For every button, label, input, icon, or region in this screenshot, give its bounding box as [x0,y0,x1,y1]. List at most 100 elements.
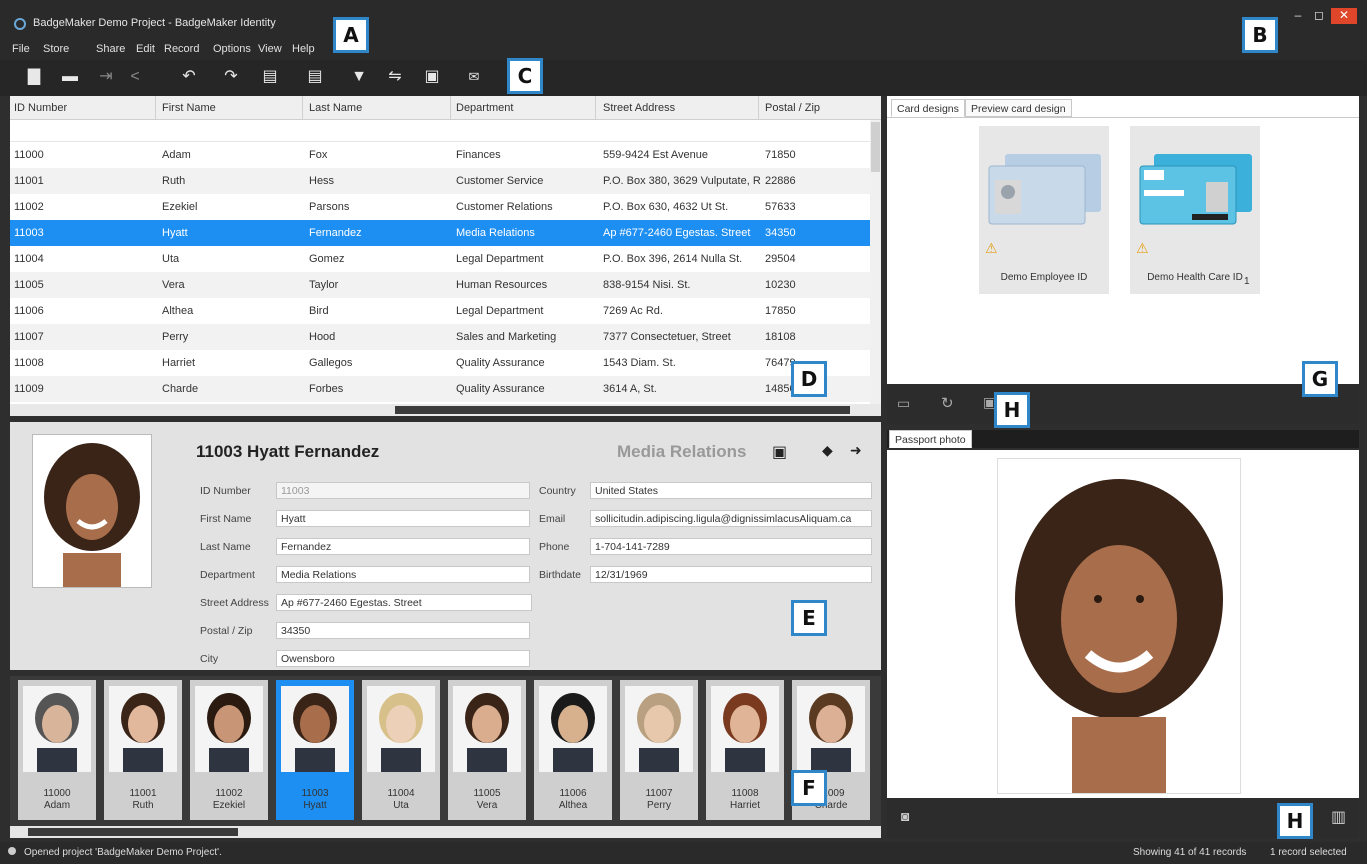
email-icon[interactable]: ✉ [463,66,485,88]
thumbnail-caption: 11003 Hyatt [276,788,354,812]
menu-share[interactable]: Share [96,43,125,55]
table-cell: 11003 [14,227,44,239]
table-row[interactable]: 11001 Ruth Hess Customer Service P.O. Box 38… [10,168,870,194]
menu-options[interactable]: Options [213,43,251,55]
table-cell: Charde [162,383,199,395]
open-folder-icon[interactable]: ▬ [59,66,81,88]
print-icon[interactable]: ▣ [421,66,443,88]
table-row[interactable]: 11008 Harriet Gallegos Quality Assurance 154… [10,350,870,376]
column-header-street-address[interactable]: Street Address [603,102,675,114]
field-input[interactable]: 1-704-141-7289 [590,538,872,555]
column-header-last-name[interactable]: Last Name [309,102,362,114]
record-count: Showing 41 of 41 records [1133,847,1247,858]
menu-view[interactable]: View [258,43,282,55]
thumbnail-card[interactable]: 11006 Althea [534,680,612,820]
thumbnail-scrollbar[interactable] [10,826,881,838]
table-cell: Media Relations [456,227,535,239]
thumbnail-card[interactable]: 11004 Uta [362,680,440,820]
table-row[interactable]: 11003 Hyatt Fernandez Media Relations Ap #67… [10,220,870,246]
field-label: City [200,653,219,665]
redo-icon[interactable]: ↷ [220,66,242,88]
table-row[interactable]: 11005 Vera Taylor Human Resources 838-9154 N… [10,272,870,298]
filter-icon[interactable]: ▼ [348,66,370,88]
column-header-postal[interactable]: Postal / Zip [765,102,820,114]
field-input[interactable]: sollicitudin.adipiscing.ligula@dignissim… [590,510,872,527]
table-cell: Sales and Marketing [456,331,557,343]
tab-preview-card-design[interactable]: Preview card design [965,99,1072,117]
field-input[interactable]: 12/31/1969 [590,566,872,583]
field-input[interactable]: 34350 [276,622,530,639]
menu-edit[interactable]: Edit [136,43,155,55]
filter-row[interactable] [10,120,870,142]
share-icon[interactable]: < [124,66,146,88]
table-row[interactable]: 11006 Althea Bird Legal Department 7269 Ac R… [10,298,870,324]
next-record-icon[interactable]: ➜ [850,442,862,459]
table-cell: Parsons [309,201,350,213]
table-row[interactable]: 11000 Adam Fox Finances 559-9424 Est Avenue 7… [10,142,870,168]
tab-card-designs[interactable]: Card designs [891,99,965,117]
scroll-thumb[interactable] [28,828,238,836]
passport-photo[interactable] [997,458,1241,794]
field-label: Street Address [200,597,269,609]
refresh-icon[interactable]: ↻ [941,394,954,412]
field-input[interactable]: Media Relations [276,566,530,583]
menu-store[interactable]: Store [43,43,69,55]
print-record-icon[interactable]: ▣ [772,442,787,462]
card-layout-icon[interactable]: ▭ [897,395,910,412]
export-record-icon[interactable]: ▤ [304,66,326,88]
field-input[interactable]: United States [590,482,872,499]
table-row[interactable]: 11009 Charde Forbes Quality Assurance 3614 A… [10,376,870,402]
app-logo-icon [14,18,26,30]
import-record-icon[interactable]: ▤ [259,66,281,88]
thumbnail-card[interactable]: 11008 Harriet [706,680,784,820]
close-button[interactable]: ✕ [1331,8,1357,24]
table-cell: P.O. Box 396, 2614 Nulla St. [603,253,743,265]
tab-passport-photo[interactable]: Passport photo [889,430,972,448]
card-actions-bar: ▭ ↻ ▣ [887,384,1359,424]
card-name: Demo Health Care ID [1147,272,1243,283]
card-design-employee[interactable]: ⚠ Demo Employee ID [979,126,1109,294]
horizontal-scrollbar[interactable] [10,404,881,416]
maximize-button[interactable]: ◻ [1310,8,1328,24]
column-header-department[interactable]: Department [456,102,513,114]
table-cell: 34350 [765,227,796,239]
menu-help[interactable]: Help [292,43,315,55]
thumbnail-card[interactable]: 11001 Ruth [104,680,182,820]
table-row[interactable]: 11007 Perry Hood Sales and Marketing 7377 Co… [10,324,870,350]
vertical-scrollbar[interactable] [870,120,881,410]
table-row[interactable]: 11004 Uta Gomez Legal Department P.O. Box 39… [10,246,870,272]
callout-h-bottom: H [1277,803,1313,839]
scroll-thumb[interactable] [395,406,850,414]
column-header-first-name[interactable]: First Name [162,102,216,114]
table-row[interactable]: 11002 Ezekiel Parsons Customer Relations P.O… [10,194,870,220]
previous-record-icon[interactable]: ◆ [822,442,833,459]
thumbnail-card[interactable]: 11007 Perry [620,680,698,820]
link-icon[interactable]: ⇋ [384,66,406,88]
thumbnail-card[interactable]: 11002 Ezekiel [190,680,268,820]
camera-icon[interactable]: ◙ [901,808,909,824]
thumbnail-caption: 11007 Perry [620,788,698,812]
thumbnail-card[interactable]: 11005 Vera [448,680,526,820]
undo-icon[interactable]: ↶ [178,66,200,88]
field-input[interactable]: 11003 [276,482,530,499]
table-cell: Gomez [309,253,345,265]
minimize-button[interactable]: – [1289,8,1307,24]
menu-record[interactable]: Record [164,43,199,55]
record-photo[interactable] [32,434,152,588]
trash-icon[interactable]: ▥ [1331,807,1346,827]
card-design-health-care[interactable]: ⚠ Demo Health Care ID 1 [1130,126,1260,294]
thumbnail-card[interactable]: 11000 Adam [18,680,96,820]
export-icon[interactable]: ⇥ [95,66,117,88]
thumbnail-card[interactable]: 11003 Hyatt [276,680,354,820]
field-input[interactable]: Hyatt [276,510,530,527]
field-input[interactable]: Ap #677-2460 Egestas. Street [276,594,532,611]
table-cell: Quality Assurance [456,383,545,395]
menu-file[interactable]: File [12,43,30,55]
field-input[interactable]: Fernandez [276,538,530,555]
scroll-thumb[interactable] [871,122,880,172]
column-header-id[interactable]: ID Number [14,102,67,114]
field-input[interactable]: Owensboro [276,650,530,667]
thumbnail-name: Althea [558,800,588,811]
new-file-icon[interactable]: ▇ [23,66,45,88]
thumbnail-caption: 11005 Vera [448,788,526,812]
